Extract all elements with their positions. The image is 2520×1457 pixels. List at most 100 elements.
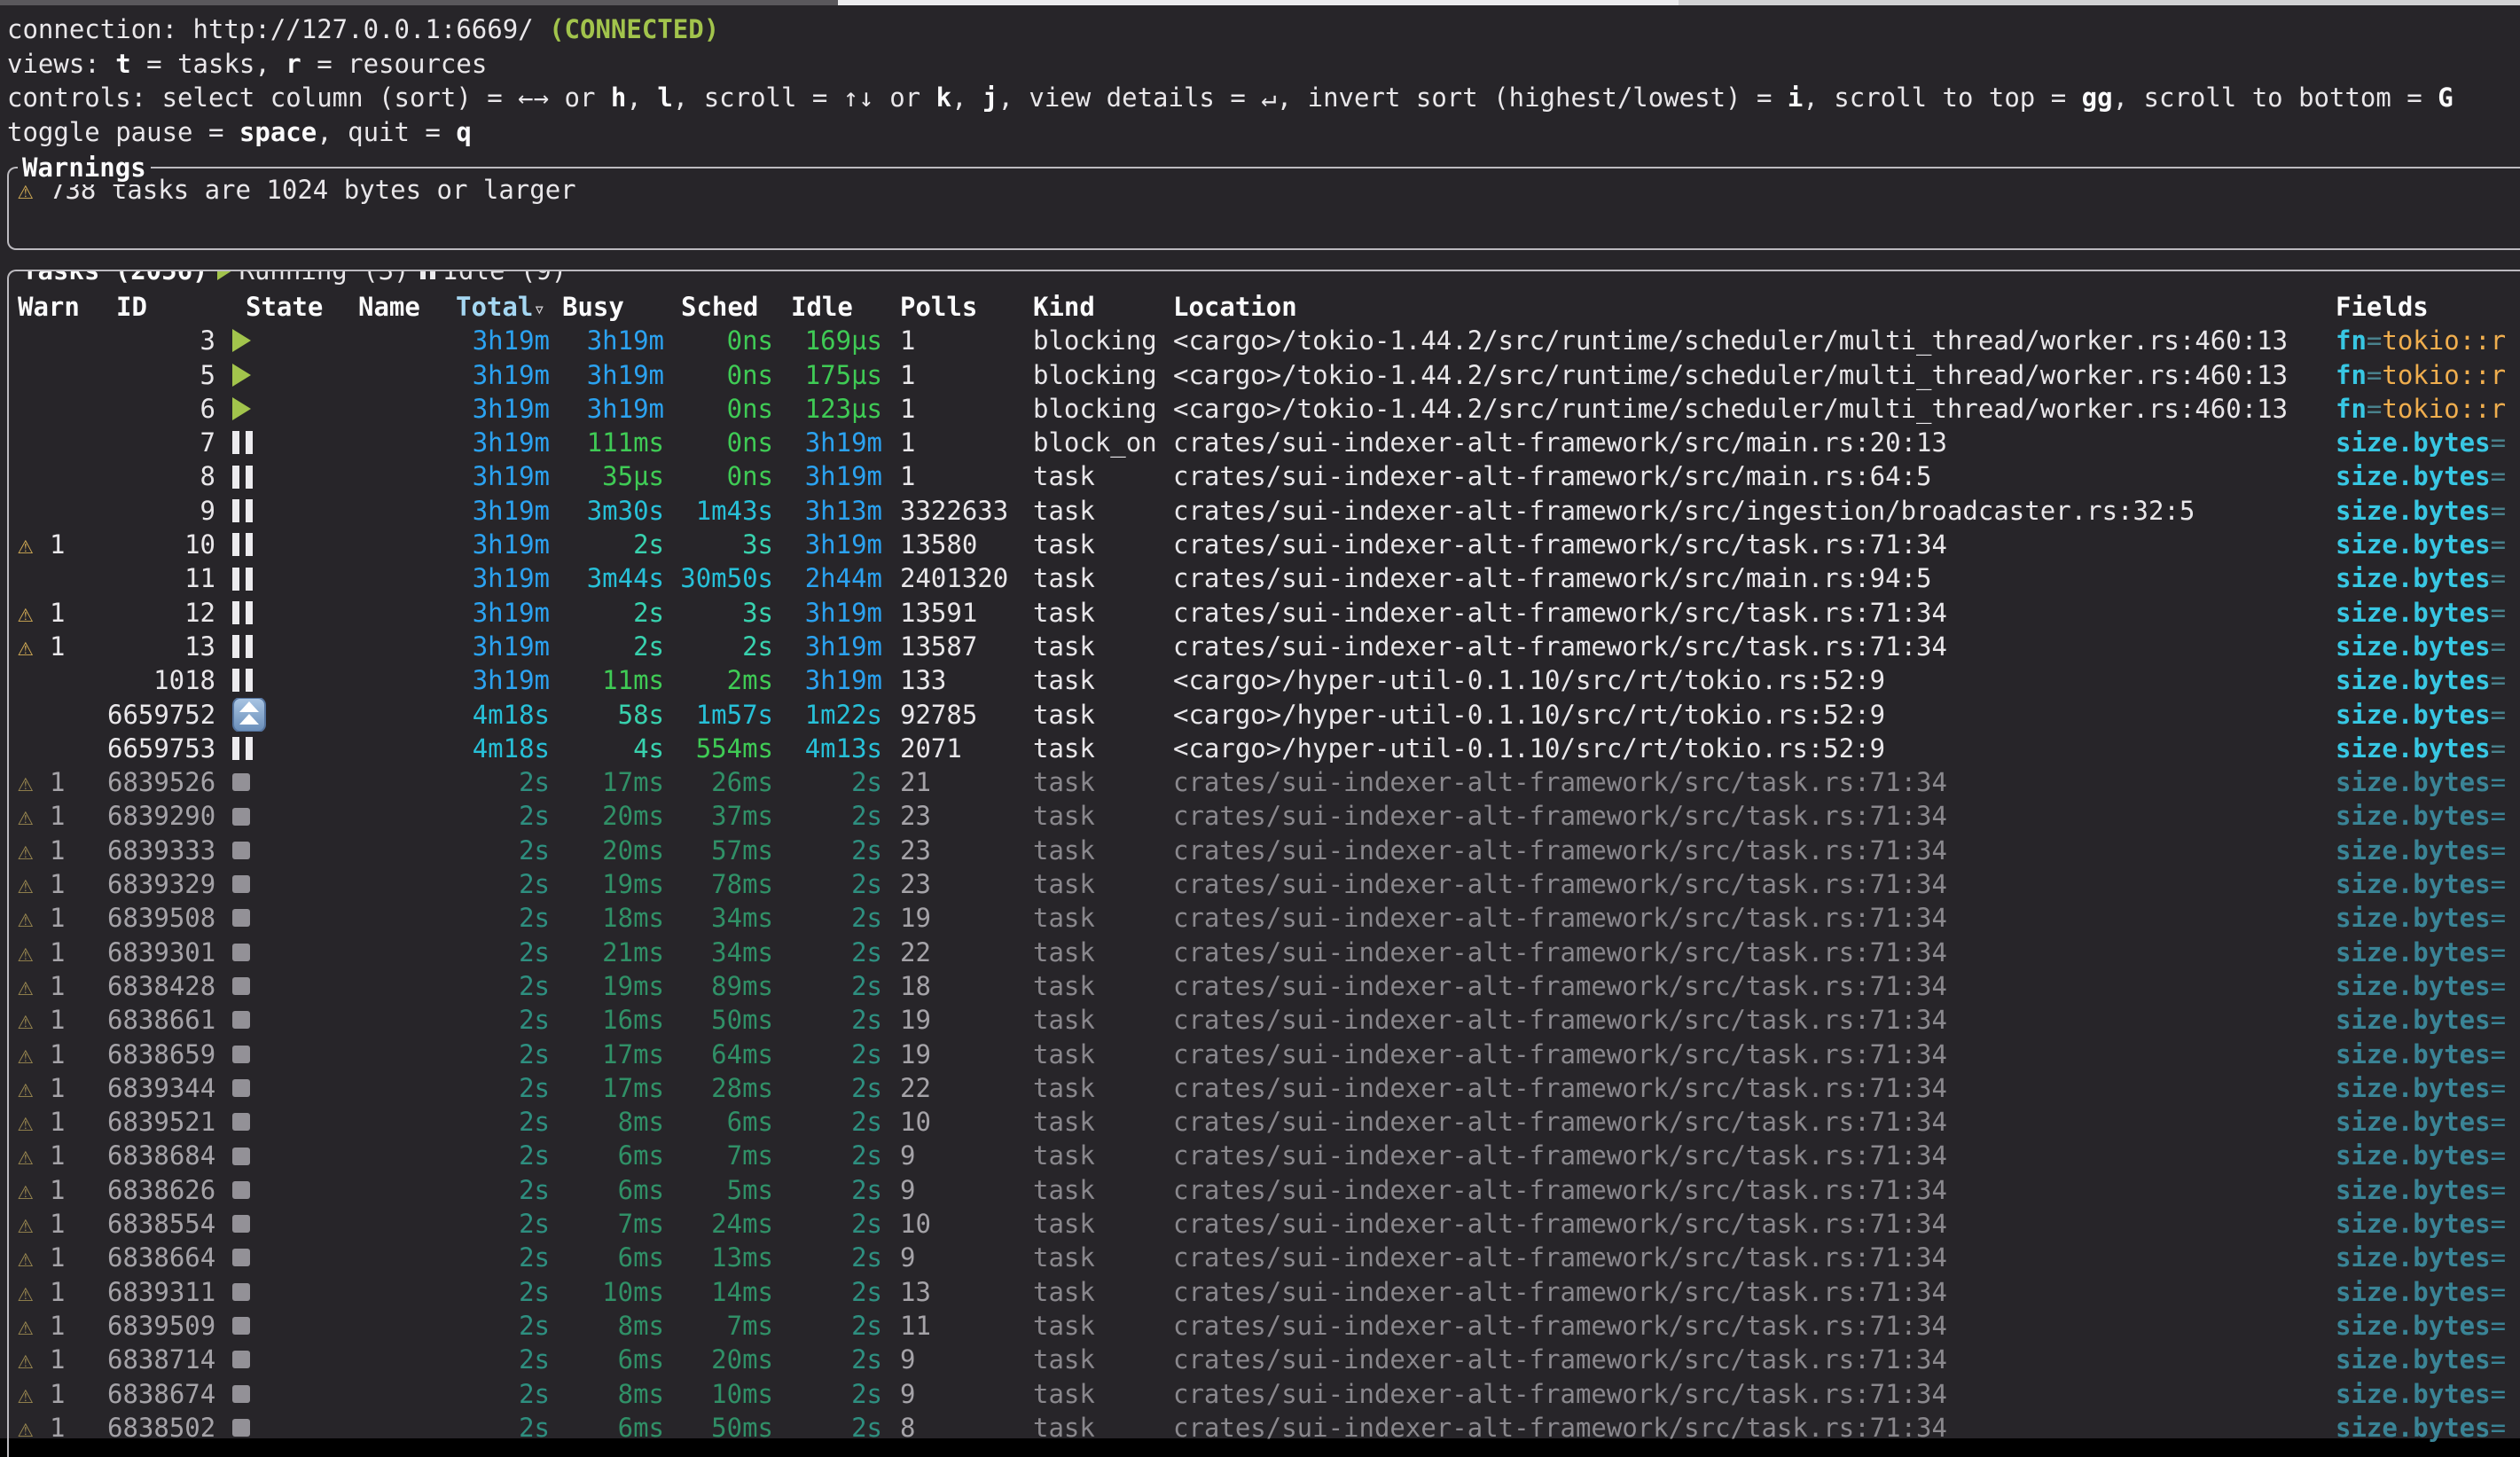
views-line-segment: t [115, 49, 130, 79]
views-line-segment: r [286, 49, 301, 79]
toggle-line-segment: q [456, 117, 471, 147]
task-row[interactable]: ⚠168393012s21ms34ms2s22taskcrates/sui-in… [9, 936, 2520, 969]
task-row[interactable]: 10183h19m11ms2ms3h19m133task<cargo>/hype… [9, 663, 2520, 697]
task-row[interactable]: ⚠168393332s20ms57ms2s23taskcrates/sui-in… [9, 834, 2520, 867]
task-fields: size.bytes= [2336, 459, 2520, 493]
column-header-name[interactable]: Name [358, 290, 456, 324]
task-row[interactable]: 66597534m18s4s554ms4m13s2071task<cargo>/… [9, 732, 2520, 765]
column-header-polls[interactable]: Polls [882, 290, 1033, 324]
column-header-loc[interactable]: Location [1173, 290, 2336, 324]
task-row[interactable]: 93h19m3m30s1m43s3h13m3322633taskcrates/s… [9, 494, 2520, 528]
task-kind: task [1033, 765, 1173, 799]
task-id: 6839333 [107, 834, 215, 867]
warn-cell: ⚠1 [18, 1411, 107, 1445]
column-header-warn[interactable]: Warn [18, 290, 107, 324]
task-row[interactable]: 73h19m111ms0ns3h19m1block_oncrates/sui-i… [9, 426, 2520, 459]
task-location: crates/sui-indexer-alt-framework/src/tas… [1173, 765, 2336, 799]
task-state [215, 426, 358, 459]
task-row[interactable]: 33h19m3h19m0ns169µs1blocking<cargo>/toki… [9, 324, 2520, 357]
controls-line-segment: i [1788, 82, 1803, 113]
task-row[interactable]: ⚠168395262s17ms26ms2s21taskcrates/sui-in… [9, 765, 2520, 799]
task-location: crates/sui-indexer-alt-framework/src/tas… [1173, 1309, 2336, 1343]
task-fields: size.bytes= [2336, 799, 2520, 833]
task-row[interactable]: ⚠168385022s6ms50ms2s8taskcrates/sui-inde… [9, 1411, 2520, 1445]
task-row[interactable]: ⚠168392902s20ms37ms2s23taskcrates/sui-in… [9, 799, 2520, 833]
task-state [215, 596, 358, 630]
column-header-idle[interactable]: Idle [773, 290, 882, 324]
column-header-fields[interactable]: Fields [2336, 290, 2520, 324]
warn-cell: ⚠1 [18, 834, 107, 867]
task-location: crates/sui-indexer-alt-framework/src/tas… [1173, 1139, 2336, 1172]
task-kind: task [1033, 596, 1173, 630]
task-id: 6838674 [107, 1377, 215, 1411]
task-fields: size.bytes= [2336, 1411, 2520, 1445]
column-header-sched[interactable]: Sched [664, 290, 773, 324]
task-row[interactable]: ⚠168386592s17ms64ms2s19taskcrates/sui-in… [9, 1038, 2520, 1071]
task-sched: 5ms [664, 1173, 773, 1207]
column-header-total[interactable]: Total▿ [456, 290, 550, 324]
task-row[interactable]: ⚠168387142s6ms20ms2s9taskcrates/sui-inde… [9, 1343, 2520, 1376]
task-row[interactable]: 83h19m35µs0ns3h19m1taskcrates/sui-indexe… [9, 459, 2520, 493]
task-row[interactable]: ⚠168395092s8ms7ms2s11taskcrates/sui-inde… [9, 1309, 2520, 1343]
task-total: 3h19m [456, 596, 550, 630]
task-sched: 50ms [664, 1003, 773, 1037]
task-row[interactable]: ⚠1133h19m2s2s3h19m13587taskcrates/sui-in… [9, 630, 2520, 663]
column-header-kind[interactable]: Kind [1033, 290, 1173, 324]
task-name [358, 426, 456, 459]
task-row[interactable]: ⚠168395212s8ms6ms2s10taskcrates/sui-inde… [9, 1105, 2520, 1139]
warn-cell: ⚠1 [18, 901, 107, 935]
task-kind: task [1033, 459, 1173, 493]
task-kind: task [1033, 1207, 1173, 1241]
tab-bar-right [1679, 0, 2520, 5]
task-row[interactable]: 53h19m3h19m0ns175µs1blocking<cargo>/toki… [9, 358, 2520, 392]
task-total: 2s [456, 1411, 550, 1445]
task-polls: 9 [882, 1377, 1033, 1411]
task-row[interactable]: 113h19m3m44s30m50s2h44m2401320taskcrates… [9, 561, 2520, 595]
task-row[interactable]: ⚠168384282s19ms89ms2s18taskcrates/sui-in… [9, 969, 2520, 1003]
task-state [215, 459, 358, 493]
task-total: 3h19m [456, 426, 550, 459]
task-fields: size.bytes= [2336, 867, 2520, 901]
warnings-panel: Warnings ⚠ 738 tasks are 1024 bytes or l… [7, 167, 2520, 250]
toggle-line: toggle pause = space, quit = q [7, 115, 2520, 150]
task-idle: 2s [773, 799, 882, 833]
task-location: <cargo>/hyper-util-0.1.10/src/rt/tokio.r… [1173, 663, 2336, 697]
active-tab[interactable] [838, 0, 1679, 5]
task-sched: 0ns [664, 358, 773, 392]
task-row[interactable]: ⚠168386612s16ms50ms2s19taskcrates/sui-in… [9, 1003, 2520, 1037]
controls-line-segment: G [2438, 82, 2453, 113]
idle-icon [232, 635, 253, 658]
task-row[interactable]: ⚠168386262s6ms5ms2s9taskcrates/sui-index… [9, 1173, 2520, 1207]
task-name [358, 1071, 456, 1105]
task-row[interactable]: 66597524m18s58s1m57s1m22s92785task<cargo… [9, 698, 2520, 732]
task-row[interactable]: ⚠168395082s18ms34ms2s19taskcrates/sui-in… [9, 901, 2520, 935]
task-busy: 6ms [550, 1139, 664, 1172]
task-busy: 4s [550, 732, 664, 765]
task-row[interactable]: ⚠168393292s19ms78ms2s23taskcrates/sui-in… [9, 867, 2520, 901]
warnings-panel-title: Warnings [18, 151, 151, 184]
task-id: 6838428 [107, 969, 215, 1003]
window-tab-bar [0, 0, 2520, 5]
task-row[interactable]: 63h19m3h19m0ns123µs1blocking<cargo>/toki… [9, 392, 2520, 426]
controls-line-segment: h [611, 82, 626, 113]
task-kind: task [1033, 1275, 1173, 1309]
task-sched: 1m57s [664, 698, 773, 732]
controls-line: controls: select column (sort) = ←→ or h… [7, 81, 2520, 115]
task-name [358, 1241, 456, 1274]
task-row[interactable]: ⚠168386642s6ms13ms2s9taskcrates/sui-inde… [9, 1241, 2520, 1274]
task-total: 2s [456, 765, 550, 799]
task-location: crates/sui-indexer-alt-framework/src/tas… [1173, 596, 2336, 630]
column-header-id[interactable]: ID [107, 290, 215, 324]
task-row[interactable]: ⚠168393442s17ms28ms2s22taskcrates/sui-in… [9, 1071, 2520, 1105]
column-header-busy[interactable]: Busy [550, 290, 664, 324]
task-row[interactable]: ⚠168386742s8ms10ms2s9taskcrates/sui-inde… [9, 1377, 2520, 1411]
task-row[interactable]: ⚠168385542s7ms24ms2s10taskcrates/sui-ind… [9, 1207, 2520, 1241]
task-kind: task [1033, 494, 1173, 528]
warning-icon: ⚠ [18, 528, 50, 561]
task-row[interactable]: ⚠1123h19m2s3s3h19m13591taskcrates/sui-in… [9, 596, 2520, 630]
task-row[interactable]: ⚠1103h19m2s3s3h19m13580taskcrates/sui-in… [9, 528, 2520, 561]
task-row[interactable]: ⚠168393112s10ms14ms2s13taskcrates/sui-in… [9, 1275, 2520, 1309]
task-total: 2s [456, 1038, 550, 1071]
column-header-state[interactable]: State [215, 290, 358, 324]
task-row[interactable]: ⚠168386842s6ms7ms2s9taskcrates/sui-index… [9, 1139, 2520, 1172]
